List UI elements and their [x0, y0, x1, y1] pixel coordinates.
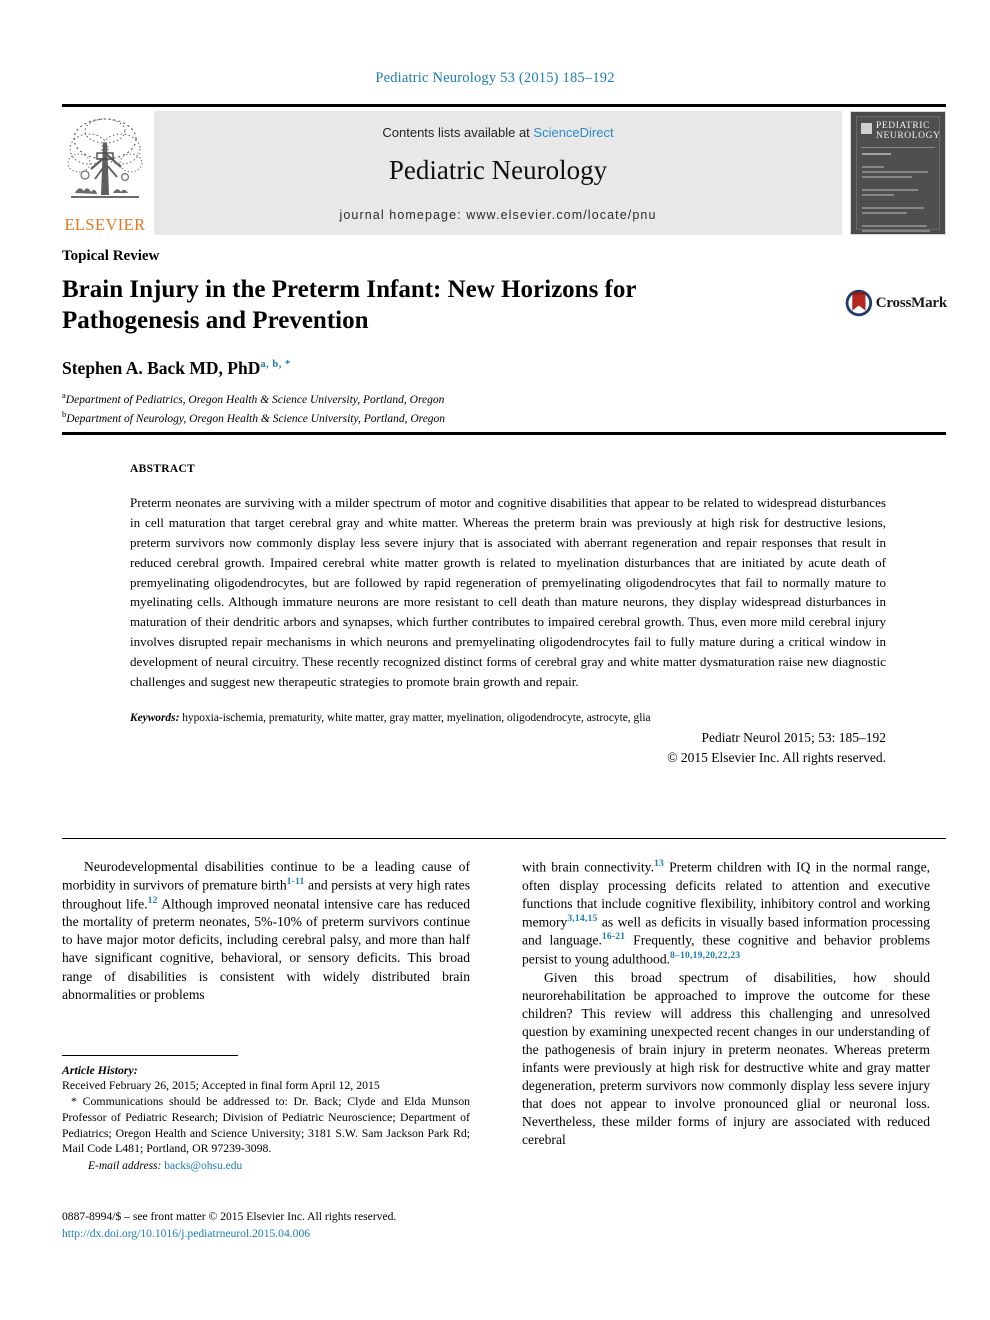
email-line: E-mail address: backs@ohsu.edu [62, 1160, 470, 1172]
page-footer: 0887-8994/$ – see front matter © 2015 El… [62, 1208, 482, 1243]
journal-title: Pediatric Neurology [388, 155, 608, 185]
section-type-label: Topical Review [62, 248, 160, 264]
abstract-citation-block: Pediatr Neurol 2015; 53: 185–192 © 2015 … [130, 728, 886, 769]
journal-masthead: ELSEVIER Contents lists available at Sci… [62, 104, 946, 235]
contents-available-line: Contents lists available at ScienceDirec… [154, 125, 842, 140]
crossmark-icon [845, 289, 873, 317]
citation-ref[interactable]: 13 [654, 858, 664, 869]
article-header: Topical Review Brain Injury in the Prete… [62, 248, 946, 427]
affiliations: aDepartment of Pediatrics, Oregon Health… [62, 389, 946, 427]
elsevier-logo: ELSEVIER [62, 111, 148, 235]
abstract-bottom-rule [62, 838, 946, 839]
crossmark-label: CrossMark [875, 294, 947, 311]
citation-ref[interactable]: 8–10,19,20,22,23 [670, 950, 740, 961]
email-link[interactable]: backs@ohsu.edu [164, 1160, 242, 1172]
elsevier-tree-icon [67, 118, 143, 198]
running-head: Pediatric Neurology 53 (2015) 185–192 [375, 70, 615, 86]
body-column-right: with brain connectivity.13 Preterm child… [522, 858, 930, 1149]
citation-ref[interactable]: 12 [148, 895, 158, 906]
affiliation-b: bDepartment of Neurology, Oregon Health … [62, 409, 446, 425]
keywords-label: Keywords: [130, 711, 180, 724]
issn-copyright-line: 0887-8994/$ – see front matter © 2015 El… [62, 1210, 397, 1223]
article-history-dates: Received February 26, 2015; Accepted in … [62, 1078, 380, 1092]
masthead-banner: Contents lists available at ScienceDirec… [154, 111, 842, 235]
journal-cover-thumbnail: PEDIATRIC NEUROLOGY [850, 111, 946, 235]
author-line: Stephen A. Back MD, PhDa, b, * [62, 358, 946, 379]
journal-article-page: Pediatric Neurology 53 (2015) 185–192 EL… [0, 0, 990, 1320]
sciencedirect-link[interactable]: ScienceDirect [533, 125, 613, 140]
abstract-text: Preterm neonates are surviving with a mi… [130, 495, 886, 690]
author-name: Stephen A. Back MD, PhD [62, 358, 261, 378]
email-label: E-mail address: [88, 1160, 162, 1173]
paragraph-intro: Neurodevelopmental disabilities continue… [62, 859, 470, 1002]
author-affiliation-markers[interactable]: a, b, * [260, 359, 290, 370]
keywords: Keywords: hypoxia-ischemia, prematurity,… [130, 712, 886, 724]
footnote-rule [62, 1055, 238, 1056]
cover-title: PEDIATRIC NEUROLOGY [876, 121, 941, 141]
elsevier-wordmark: ELSEVIER [64, 215, 146, 234]
affiliation-a: aDepartment of Pediatrics, Oregon Health… [62, 390, 445, 406]
abstract-section: ABSTRACT Preterm neonates are surviving … [130, 463, 886, 768]
page-title: Brain Injury in the Preterm Infant: New … [62, 276, 637, 334]
correspondence-note: * Communications should be addressed to:… [62, 1094, 470, 1156]
contents-prefix: Contents lists available at [382, 125, 534, 140]
citation-ref[interactable]: 16-21 [602, 931, 625, 942]
journal-homepage-link[interactable]: journal homepage: www.elsevier.com/locat… [154, 208, 842, 222]
article-citation: Pediatr Neurol 2015; 53: 185–192 [701, 729, 886, 745]
cover-publisher-mark-icon [861, 123, 872, 134]
citation-ref[interactable]: 3,14,15 [567, 913, 597, 924]
article-history-label: Article History: [62, 1063, 138, 1077]
abstract-top-rule [62, 432, 946, 435]
abstract-copyright: © 2015 Elsevier Inc. All rights reserved… [667, 750, 886, 766]
paragraph-intro-cont: with brain connectivity.13 Preterm child… [522, 858, 930, 967]
crossmark-badge[interactable]: CrossMark [845, 278, 947, 328]
keywords-list: hypoxia-ischemia, prematurity, white mat… [179, 711, 651, 724]
abstract-label: ABSTRACT [130, 463, 196, 475]
footnote-block: Article History: Received February 26, 2… [62, 1055, 470, 1172]
body-column-left: Neurodevelopmental disabilities continue… [62, 858, 470, 1004]
citation-ref[interactable]: 1-11 [287, 876, 305, 887]
paragraph-review-scope: Given this broad spectrum of disabilitie… [522, 969, 930, 1148]
doi-link[interactable]: http://dx.doi.org/10.1016/j.pediatrneuro… [62, 1225, 482, 1242]
